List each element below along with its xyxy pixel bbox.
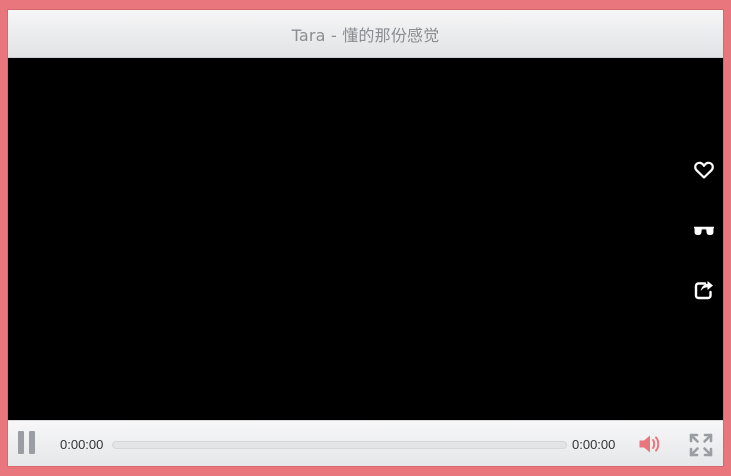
video-area[interactable]	[8, 58, 723, 420]
progress-bar[interactable]	[112, 441, 567, 449]
current-time: 0:00:00	[60, 437, 104, 452]
heart-icon	[694, 161, 714, 179]
volume-icon	[639, 435, 660, 453]
fullscreen-icon	[689, 433, 713, 457]
title-bar: Tara - 懂的那份感觉	[8, 10, 723, 58]
fullscreen-button[interactable]	[689, 433, 713, 457]
glasses-icon	[694, 226, 714, 235]
volume-button[interactable]	[638, 433, 662, 455]
window-title: Tara - 懂的那份感觉	[291, 25, 440, 45]
share-button[interactable]	[692, 278, 716, 302]
control-bar: 0:00:00 0:00:00	[8, 420, 723, 466]
share-icon	[694, 281, 713, 300]
glasses-button[interactable]	[692, 219, 716, 243]
duration-time: 0:00:00	[572, 437, 616, 452]
pause-icon	[18, 431, 38, 455]
player-window: Tara - 懂的那份感觉 0:00:00 0:00:00	[8, 10, 723, 466]
favorite-button[interactable]	[692, 158, 716, 182]
pause-button[interactable]	[18, 431, 38, 455]
app-frame: Tara - 懂的那份感觉 0:00:00 0:00:00	[0, 0, 731, 476]
